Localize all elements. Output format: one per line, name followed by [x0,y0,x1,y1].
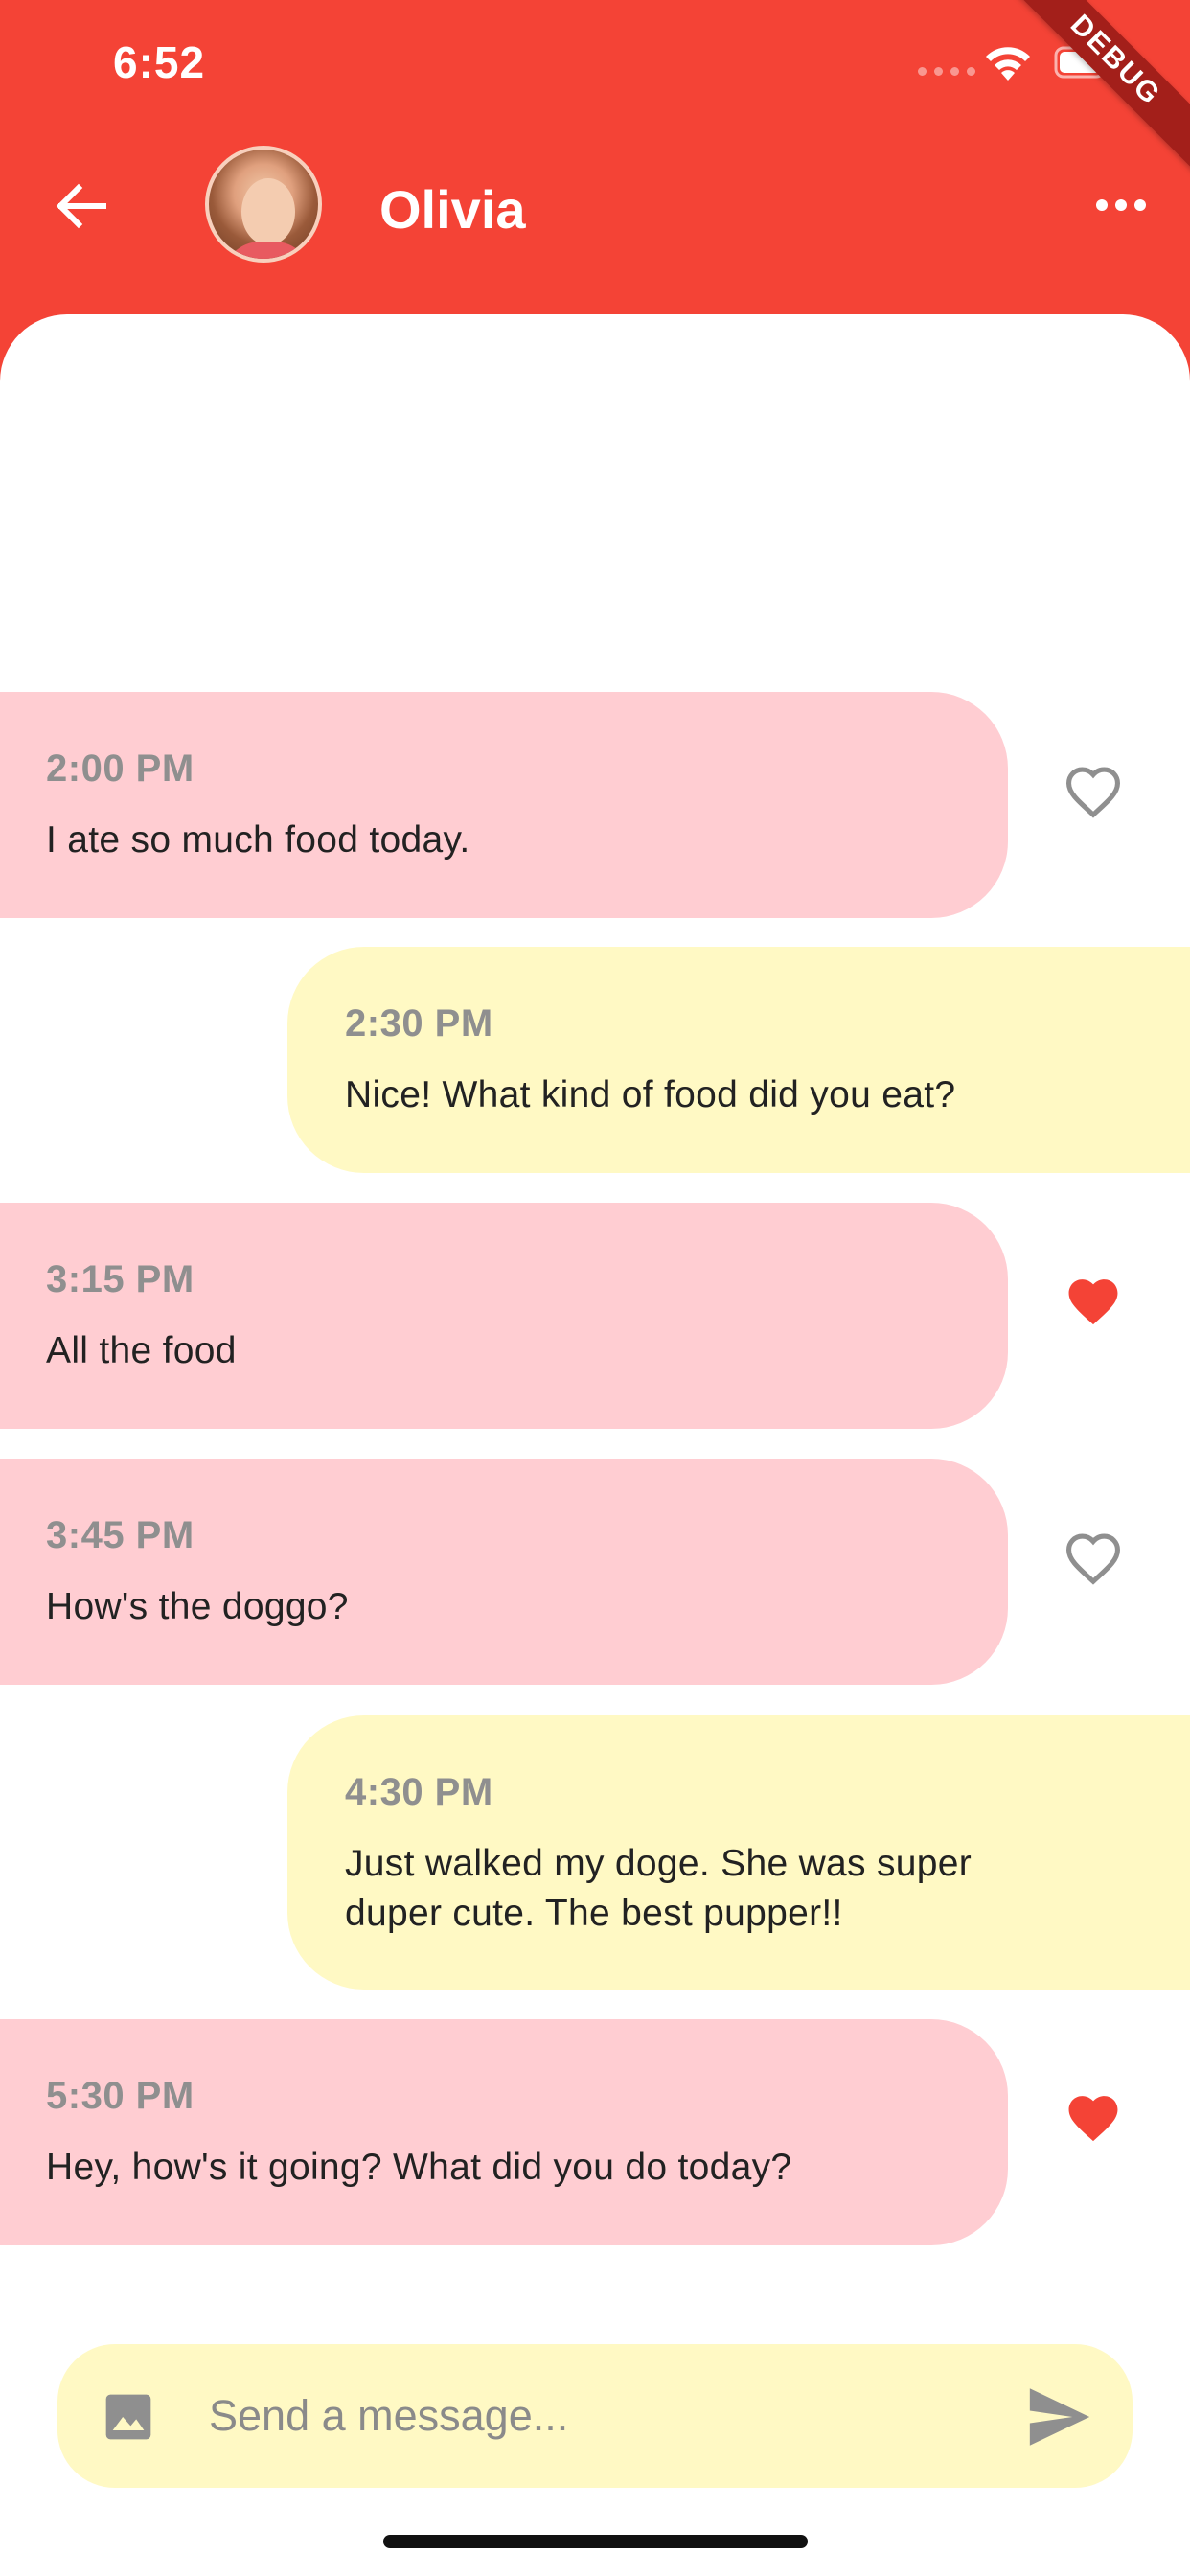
message-text: Nice! What kind of food did you eat? [345,1074,956,1116]
wifi-icon [986,47,1030,80]
message-bubble-sent[interactable]: 2:30 PM Nice! What kind of food did you … [287,947,1190,1173]
more-horiz-icon[interactable] [1096,199,1146,211]
heart-icon[interactable] [1064,1275,1123,1328]
image-icon[interactable] [102,2390,155,2444]
back-arrow-icon[interactable] [54,182,107,230]
message-text: Hey, how's it going? What did you do tod… [46,2147,792,2188]
message-time: 5:30 PM [46,2075,195,2117]
message-time: 4:30 PM [345,1771,493,1813]
message-time: 3:15 PM [46,1258,195,1300]
heart-outline-icon[interactable] [1064,1531,1123,1585]
message-bubble-received[interactable]: 3:45 PM How's the doggo? [0,1459,1008,1685]
message-text: How's the doggo? [46,1586,349,1627]
message-bubble-received[interactable]: 2:00 PM I ate so much food today. [0,692,1008,918]
message-time: 3:45 PM [46,1514,195,1556]
debug-banner: DEBUG [984,0,1190,192]
avatar[interactable] [205,146,322,263]
message-text: Just walked my doge. She was super duper… [345,1843,973,1934]
message-time: 2:30 PM [345,1002,493,1045]
heart-outline-icon[interactable] [1064,765,1123,818]
message-input[interactable] [209,2382,995,2450]
send-icon[interactable] [1027,2388,1092,2446]
heart-icon[interactable] [1064,2091,1123,2145]
status-time: 6:52 [113,37,206,87]
message-bubble-received[interactable]: 5:30 PM Hey, how's it going? What did yo… [0,2019,1008,2245]
avatar-shirt [222,242,312,259]
message-composer [57,2344,1133,2488]
cellular-signal-icon [918,67,975,76]
message-bubble-sent[interactable]: 4:30 PM Just walked my doge. She was sup… [287,1715,1190,1990]
message-bubble-received[interactable]: 3:15 PM All the food [0,1203,1008,1429]
home-indicator [383,2535,808,2548]
message-time: 2:00 PM [46,748,195,790]
chat-screen: 6:52 DEBUG Olivia 2:00 PM I ate so much … [0,0,1190,2576]
message-text: All the food [46,1330,237,1371]
contact-name[interactable]: Olivia [379,178,526,241]
avatar-face [241,178,295,245]
message-text: I ate so much food today. [46,819,470,861]
